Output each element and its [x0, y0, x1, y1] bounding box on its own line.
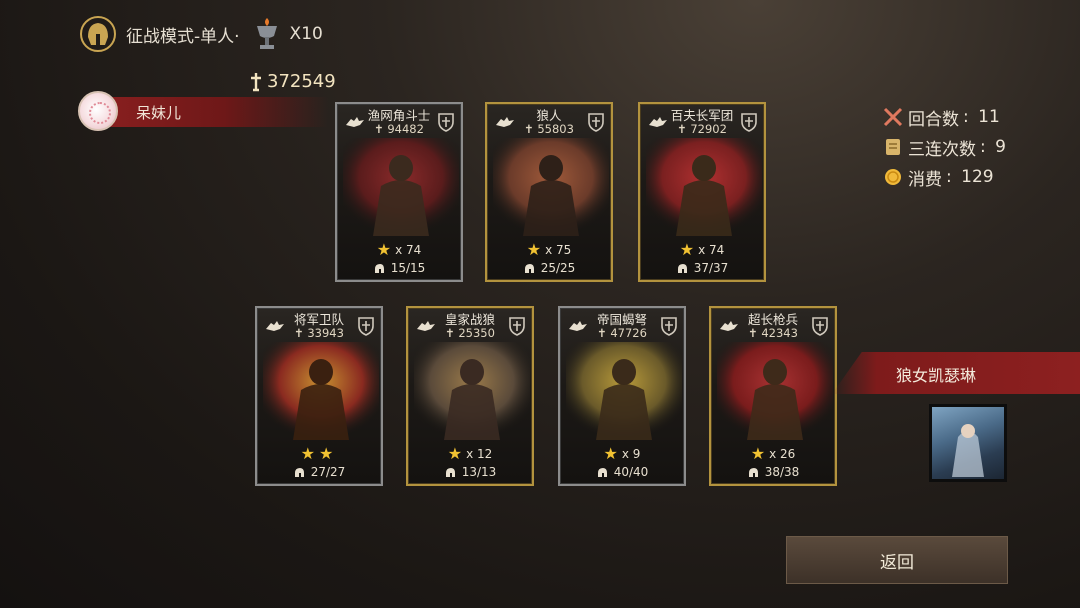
unit-troops: 38/38 [711, 465, 835, 479]
unit-power: ✝ 25350 [445, 326, 495, 340]
star-icon: ★ [300, 444, 315, 463]
player-name: 呆妹儿 [136, 104, 182, 122]
helmet-icon [445, 467, 455, 477]
star-icon: ★ [376, 240, 392, 259]
power-value: 372549 [267, 71, 336, 92]
star-count: x 9 [621, 447, 641, 461]
unit-stars: ★ x 26 [711, 446, 835, 462]
unit-stars: ★ x 74 [337, 242, 461, 258]
helmet-icon [748, 467, 758, 477]
unit-card[interactable]: 将军卫队 ✝ 33943 ★ ★ 27/27 [255, 306, 383, 486]
star-count: x 75 [545, 243, 572, 257]
chalice-icon [252, 16, 282, 52]
unit-stars: ★ x 12 [408, 446, 532, 462]
unit-power: ✝ 94482 [374, 122, 424, 136]
unit-portrait [343, 138, 459, 236]
avatar[interactable] [78, 91, 118, 131]
unit-card[interactable]: 百夫长军团 ✝ 72902 ★ x 74 37/37 [638, 102, 766, 282]
unit-portrait [566, 342, 682, 440]
star-icon: ★ [603, 444, 618, 463]
unit-card[interactable]: 帝国蝎弩 ✝ 47726 ★ x 9 40/40 [558, 306, 686, 486]
hero-name: 狼女凯瑟琳 [896, 366, 977, 385]
star-icon: ★ [526, 240, 542, 259]
back-button[interactable]: 返回 [786, 536, 1008, 584]
stat-combo: 三连次数: 9 [882, 132, 1006, 162]
mode-label: 征战模式-单人· [126, 26, 240, 47]
star-icon: ★ [319, 444, 334, 463]
unit-portrait [414, 342, 530, 440]
combo-value: 9 [995, 137, 1006, 157]
star-icon: ★ [750, 444, 766, 463]
unit-power: ✝ 42343 [748, 326, 798, 340]
chalice-count: X10 [289, 24, 323, 44]
unit-power: ✝ 33943 [294, 326, 344, 340]
unit-stars: ★ ★ [257, 446, 381, 462]
player-power: 372549 [248, 71, 336, 92]
star-count: x 74 [395, 243, 422, 257]
unit-stars: ★ x 74 [640, 242, 764, 258]
unit-card[interactable]: 超长枪兵 ✝ 42343 ★ x 26 38/38 [709, 306, 837, 486]
star-icon: ★ [679, 240, 695, 259]
unit-troops: 40/40 [560, 465, 684, 479]
unit-portrait [263, 342, 379, 440]
battle-stats: 回合数: 11 三连次数: 9 消费: 129 [882, 102, 1006, 192]
helmet-icon [677, 263, 687, 273]
unit-power: ✝ 72902 [677, 122, 727, 136]
hero-portrait[interactable] [929, 404, 1007, 482]
star-count: x 12 [466, 447, 493, 461]
helmet-icon [294, 467, 304, 477]
unit-portrait [493, 138, 609, 236]
rounds-value: 11 [978, 107, 1000, 127]
unit-troops: 13/13 [408, 465, 532, 479]
stat-cost: 消费: 129 [882, 162, 1006, 192]
unit-portrait [646, 138, 762, 236]
scroll-icon [882, 136, 904, 158]
unit-troops: 37/37 [640, 261, 764, 275]
unit-power: ✝ 55803 [524, 122, 574, 136]
unit-stars: ★ x 75 [487, 242, 611, 258]
star-count: x 74 [698, 243, 725, 257]
unit-power: ✝ 47726 [597, 326, 647, 340]
star-icon: ★ [447, 444, 463, 463]
unit-card[interactable]: 狼人 ✝ 55803 ★ x 75 25/25 [485, 102, 613, 282]
player-banner: 呆妹儿 [78, 91, 338, 133]
cost-value: 129 [961, 167, 994, 187]
coin-icon [882, 166, 904, 188]
unit-card[interactable]: 皇家战狼 ✝ 25350 ★ x 12 13/13 [406, 306, 534, 486]
unit-portrait [717, 342, 833, 440]
helmet-icon [78, 14, 118, 54]
unit-card[interactable]: 渔网角斗士 ✝ 94482 ★ x 74 15/15 [335, 102, 463, 282]
helmet-icon [524, 263, 534, 273]
top-bar: 征战模式-单人· X10 [78, 14, 323, 54]
helmet-icon [597, 467, 607, 477]
stat-rounds: 回合数: 11 [882, 102, 1006, 132]
star-count: x 26 [769, 447, 796, 461]
power-icon [251, 72, 261, 91]
helmet-icon [374, 263, 384, 273]
crossed-swords-icon [882, 106, 904, 128]
unit-troops: 27/27 [257, 465, 381, 479]
unit-stars: ★ x 9 [560, 446, 684, 462]
unit-troops: 15/15 [337, 261, 461, 275]
unit-troops: 25/25 [487, 261, 611, 275]
